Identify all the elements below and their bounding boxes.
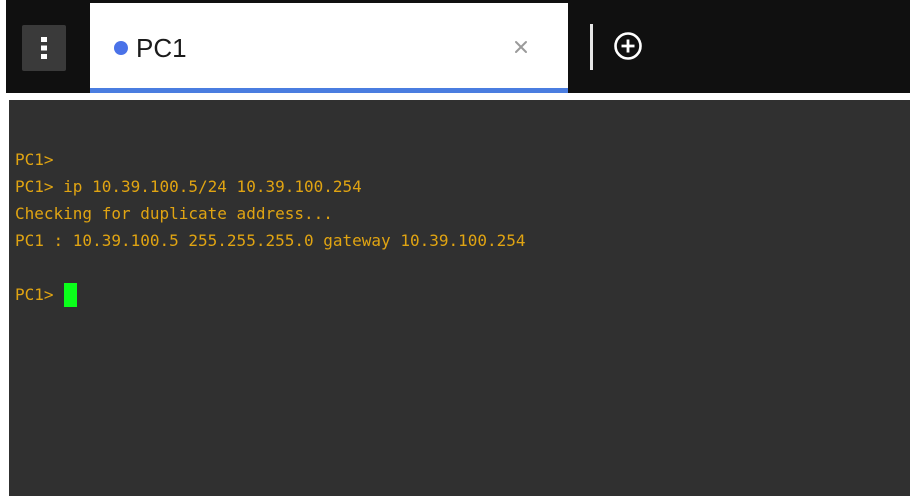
plus-circle-icon bbox=[614, 32, 642, 60]
prompt-text: PC1> bbox=[15, 285, 54, 304]
status-dot-icon bbox=[114, 41, 128, 55]
tab-separator bbox=[590, 24, 593, 70]
terminal-line: PC1> bbox=[15, 150, 54, 169]
terminal-line: PC1> ip 10.39.100.5/24 10.39.100.254 bbox=[15, 177, 362, 196]
menu-button[interactable] bbox=[22, 25, 66, 71]
tab-pc1[interactable]: PC1 bbox=[90, 3, 568, 93]
terminal-output[interactable]: PC1> PC1> ip 10.39.100.5/24 10.39.100.25… bbox=[9, 100, 910, 496]
terminal-line: PC1 : 10.39.100.5 255.255.255.0 gateway … bbox=[15, 231, 526, 250]
close-icon bbox=[515, 41, 527, 53]
terminal-line: Checking for duplicate address... bbox=[15, 204, 333, 223]
terminal-window: PC1 PC1> PC1> ip 10.39.100.5/24 10.39.10… bbox=[0, 0, 910, 496]
kebab-menu-icon bbox=[41, 37, 47, 59]
active-prompt-line[interactable]: PC1> bbox=[15, 281, 910, 308]
close-tab-button[interactable] bbox=[510, 36, 532, 58]
tab-bar: PC1 bbox=[6, 0, 910, 93]
text-cursor bbox=[63, 282, 77, 307]
new-tab-button[interactable] bbox=[612, 30, 644, 62]
tab-title: PC1 bbox=[136, 33, 187, 63]
